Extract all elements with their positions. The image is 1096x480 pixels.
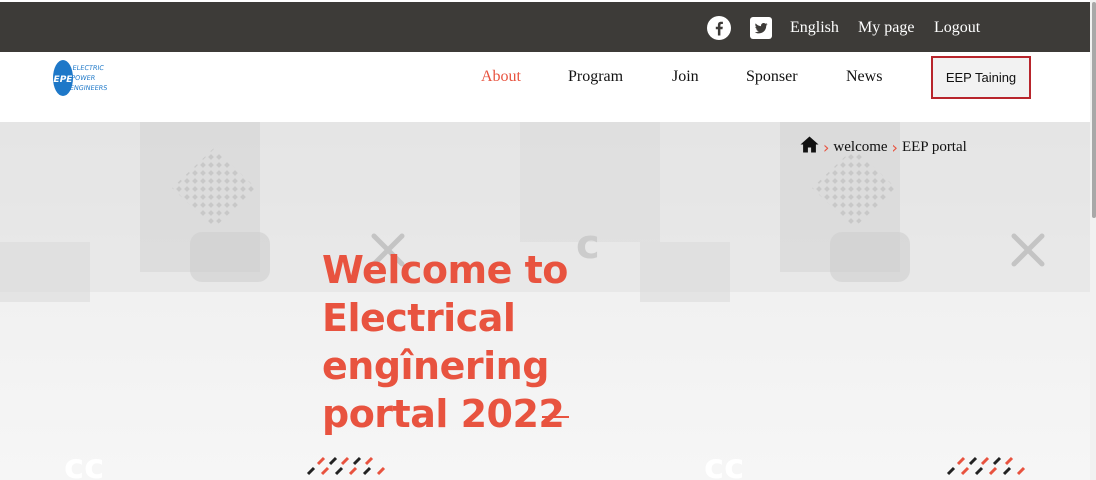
breadcrumb-item-current: EEP portal — [901, 138, 967, 155]
nav-sponser[interactable]: Sponser — [746, 67, 798, 87]
hero-title-line: Welcome to Electrical — [322, 248, 568, 340]
main-navbar — [0, 52, 1090, 122]
svg-text:cc: cc — [704, 447, 744, 480]
svg-text:POWER: POWER — [71, 74, 97, 82]
chevron-right-icon: › — [823, 137, 830, 157]
site-logo[interactable]: EPE ELECTRIC POWER ENGINEERS — [52, 58, 108, 100]
top-bar: English My page Logout — [0, 2, 1090, 52]
hero-title-line: portal 2022 — [322, 392, 565, 436]
facebook-icon[interactable] — [707, 16, 731, 40]
nav-program[interactable]: Program — [568, 67, 623, 87]
svg-text:ELECTRIC: ELECTRIC — [72, 64, 105, 72]
nav-news[interactable]: News — [846, 67, 882, 87]
nav-join[interactable]: Join — [672, 67, 699, 87]
breadcrumb: › welcome › EEP portal — [800, 136, 967, 158]
home-icon[interactable] — [800, 136, 819, 158]
hero-title-line: engînering — [322, 344, 549, 388]
eep-training-button[interactable]: EEP Taining — [931, 56, 1031, 99]
language-link[interactable]: English — [790, 18, 839, 38]
twitter-icon[interactable] — [749, 16, 773, 40]
svg-text:ENGINEERS: ENGINEERS — [69, 84, 108, 92]
hero-divider — [542, 416, 569, 418]
logout-link[interactable]: Logout — [934, 18, 980, 38]
chevron-right-icon: › — [891, 137, 898, 157]
svg-text:cc: cc — [64, 447, 104, 480]
scrollbar-thumb[interactable] — [1092, 2, 1096, 218]
nav-about[interactable]: About — [481, 67, 521, 87]
hero-title: Welcome to Electrical engînering portal … — [322, 246, 762, 438]
my-page-link[interactable]: My page — [858, 18, 914, 38]
breadcrumb-item-welcome[interactable]: welcome — [833, 139, 887, 156]
